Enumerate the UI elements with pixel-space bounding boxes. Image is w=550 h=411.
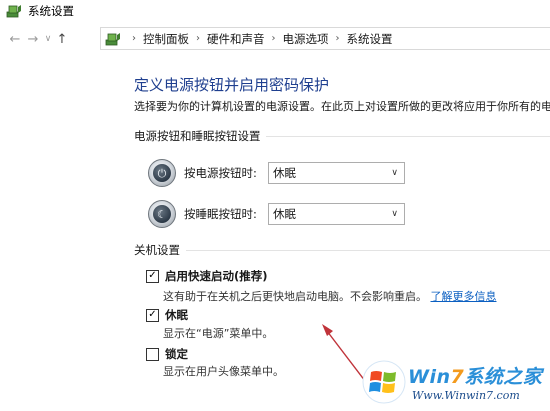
sleep-button-icon: ☾ bbox=[148, 200, 176, 228]
recent-locations-button[interactable]: ∨ bbox=[42, 29, 54, 49]
breadcrumb-item[interactable]: 硬件和声音 bbox=[207, 31, 265, 47]
chevron-down-icon: ∨ bbox=[44, 34, 52, 44]
chevron-down-icon: ∨ bbox=[391, 209, 398, 219]
breadcrumb-separator-icon: › bbox=[132, 33, 136, 44]
sleep-button-label: 按睡眠按钮时: bbox=[184, 207, 257, 221]
lock-description: 显示在用户头像菜单中。 bbox=[163, 365, 284, 378]
select-value: 休眠 bbox=[273, 207, 296, 221]
watermark-url: Www.Winwin7.com bbox=[412, 389, 520, 402]
forward-button[interactable]: → bbox=[24, 29, 42, 49]
page-title: 定义电源按钮并启用密码保护 bbox=[134, 76, 330, 94]
lock-label: 锁定 bbox=[165, 347, 188, 361]
window-title: 系统设置 bbox=[28, 4, 74, 18]
checkmark-icon: ✓ bbox=[148, 309, 157, 320]
section-divider bbox=[266, 136, 550, 137]
navigation-bar: ← → ∨ ↑ › 控制面板 › 硬件和声音 › 电源选项 › 系统设置 bbox=[0, 26, 550, 52]
arrow-up-icon: ↑ bbox=[56, 31, 68, 47]
power-button-icon: ⏻ bbox=[148, 159, 176, 187]
hibernate-checkbox-row[interactable]: ✓ 休眠 bbox=[146, 307, 188, 323]
power-button-row: ⏻ 按电源按钮时: 休眠 ∨ bbox=[148, 159, 405, 187]
hibernate-description: 显示在“电源”菜单中。 bbox=[163, 327, 274, 340]
watermark-brand: Win7系统之家 bbox=[408, 362, 542, 389]
chevron-down-icon: ∨ bbox=[391, 168, 398, 178]
breadcrumb-separator-icon: › bbox=[271, 33, 276, 44]
section-divider bbox=[186, 250, 550, 251]
arrow-right-icon: → bbox=[27, 31, 39, 47]
breadcrumb-item[interactable]: 系统设置 bbox=[347, 31, 393, 47]
breadcrumb-item[interactable]: 电源选项 bbox=[283, 31, 329, 47]
watermark-brand-prefix: Win bbox=[408, 366, 451, 388]
select-value: 休眠 bbox=[273, 166, 296, 180]
breadcrumb-item[interactable]: 控制面板 bbox=[143, 31, 189, 47]
watermark: Win7系统之家 Www.Winwin7.com bbox=[362, 358, 550, 411]
lock-checkbox-row[interactable]: 锁定 bbox=[146, 346, 188, 362]
power-button-action-select[interactable]: 休眠 ∨ bbox=[268, 162, 405, 184]
up-button[interactable]: ↑ bbox=[54, 29, 70, 49]
power-buttons-section-title: 电源按钮和睡眠按钮设置 bbox=[134, 129, 261, 143]
windows-logo-icon bbox=[362, 360, 406, 404]
power-options-icon bbox=[105, 32, 120, 45]
title-bar: 系统设置 bbox=[0, 0, 550, 22]
fast-startup-description-text: 这有助于在关机之后更快地启动电脑。不会影响重启。 bbox=[163, 290, 427, 303]
hibernate-checkbox[interactable]: ✓ bbox=[146, 308, 159, 322]
fast-startup-checkbox-row[interactable]: ✓ 启用快速启动(推荐) bbox=[146, 268, 268, 284]
lock-checkbox[interactable] bbox=[146, 347, 159, 361]
shutdown-section-title: 关机设置 bbox=[134, 243, 180, 257]
sleep-button-row: ☾ 按睡眠按钮时: 休眠 ∨ bbox=[148, 200, 405, 228]
power-options-icon bbox=[6, 5, 21, 18]
checkmark-icon: ✓ bbox=[148, 270, 157, 281]
arrow-left-icon: ← bbox=[9, 31, 21, 47]
fast-startup-checkbox[interactable]: ✓ bbox=[146, 269, 159, 283]
back-button[interactable]: ← bbox=[6, 29, 24, 49]
watermark-brand-suffix: 系统之家 bbox=[464, 366, 543, 388]
learn-more-link[interactable]: 了解更多信息 bbox=[431, 290, 497, 303]
sleep-button-action-select[interactable]: 休眠 ∨ bbox=[268, 203, 405, 225]
breadcrumb-separator-icon: › bbox=[335, 33, 340, 44]
power-button-label: 按电源按钮时: bbox=[184, 166, 257, 180]
fast-startup-label: 启用快速启动(推荐) bbox=[165, 269, 268, 283]
watermark-brand-seven: 7 bbox=[450, 366, 465, 388]
fast-startup-description: 这有助于在关机之后更快地启动电脑。不会影响重启。 了解更多信息 bbox=[163, 288, 497, 304]
hibernate-label: 休眠 bbox=[165, 308, 188, 322]
address-bar[interactable]: › 控制面板 › 硬件和声音 › 电源选项 › 系统设置 bbox=[100, 27, 550, 50]
page-description: 选择要为你的计算机设置的电源设置。在此页上对设置所做的更改将应用于你所有的电 bbox=[134, 100, 550, 113]
breadcrumb-separator-icon: › bbox=[196, 33, 200, 44]
